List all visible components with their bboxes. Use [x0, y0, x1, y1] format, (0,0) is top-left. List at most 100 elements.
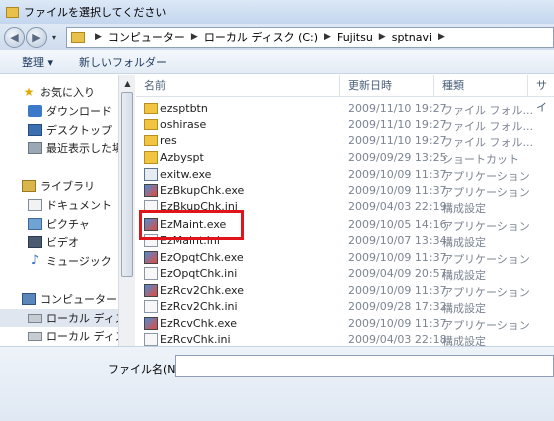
sidebar-item-favorites[interactable]: ★ お気に入り: [0, 83, 118, 101]
organize-button[interactable]: 整理 ▾: [22, 54, 53, 70]
chevron-right-icon[interactable]: ▶: [191, 32, 198, 42]
list-item[interactable]: res 2009/11/10 19:27 ファイル フォル...: [136, 133, 554, 149]
file-type: 構成設定: [442, 269, 486, 282]
file-date: 2009/10/09 11:37: [348, 284, 447, 297]
sidebar-item-label: ビデオ: [46, 236, 79, 249]
file-name: oshirase: [160, 118, 207, 131]
file-type: ファイル フォル...: [442, 104, 533, 117]
list-item[interactable]: ezsptbtn 2009/11/10 19:27 ファイル フォル...: [136, 101, 554, 117]
computer-icon: [22, 293, 36, 305]
sidebar-item-computer[interactable]: コンピューター: [0, 290, 118, 308]
breadcrumb-item[interactable]: コンピューター: [108, 29, 185, 45]
sidebar-item-label: ドキュメント: [46, 199, 112, 212]
file-type: ファイル フォル...: [442, 136, 533, 149]
list-item[interactable]: EzBkupChk.exe 2009/10/09 11:37 アプリケーション: [136, 183, 554, 199]
navigation-pane: ★ お気に入り ダウンロード デスクトップ 最近表示した場所 ライブラリ ドキュ…: [0, 75, 118, 346]
file-type: アプリケーション: [442, 170, 530, 183]
file-type: アプリケーション: [442, 319, 530, 332]
window-title: ファイルを選択してください: [24, 6, 167, 19]
sidebar-item-downloads[interactable]: ダウンロード: [0, 102, 118, 120]
file-date: 2009/10/09 11:37: [348, 251, 447, 264]
sidebar-item-videos[interactable]: ビデオ: [0, 233, 118, 251]
sidebar-item-label: ミュージック: [46, 255, 112, 268]
file-type: アプリケーション: [442, 220, 530, 233]
file-date: 2009/09/28 17:32: [348, 300, 447, 313]
sidebar-item-documents[interactable]: ドキュメント: [0, 196, 118, 214]
list-item[interactable]: EzOpqtChk.exe 2009/10/09 11:37 アプリケーション: [136, 250, 554, 266]
sidebar-item-recent[interactable]: 最近表示した場所: [0, 139, 118, 157]
filename-field[interactable]: [175, 355, 554, 377]
sidebar-item-label: ダウンロード: [46, 105, 112, 118]
file-name: EzBkupChk.exe: [160, 184, 245, 197]
list-item[interactable]: EzOpqtChk.ini 2009/04/09 20:57 構成設定: [136, 266, 554, 282]
list-item[interactable]: EzRcv2Chk.ini 2009/09/28 17:32 構成設定: [136, 299, 554, 315]
documents-icon: [28, 199, 42, 211]
breadcrumb-item[interactable]: sptnavi: [392, 31, 432, 44]
file-date: 2009/04/09 20:57: [348, 267, 447, 280]
scrollbar-thumb[interactable]: [121, 92, 133, 277]
sidebar-scrollbar[interactable]: ▲: [118, 75, 135, 346]
sidebar-item-label: お気に入り: [40, 86, 95, 99]
music-icon: ♪: [30, 253, 40, 268]
scroll-up-icon[interactable]: ▲: [119, 75, 136, 92]
file-name: EzRcv2Chk.exe: [160, 284, 244, 297]
file-name: EzOpqtChk.ini: [160, 267, 238, 280]
file-date: 2009/10/09 11:37: [348, 184, 447, 197]
breadcrumb-item[interactable]: Fujitsu: [337, 31, 373, 44]
star-icon: ★: [23, 85, 35, 99]
new-folder-button[interactable]: 新しいフォルダー: [79, 54, 167, 70]
folder-icon: [71, 31, 85, 43]
breadcrumb-item[interactable]: ローカル ディスク (C:): [204, 29, 318, 45]
chevron-right-icon[interactable]: ▶: [95, 32, 102, 42]
sidebar-item-local-disk[interactable]: ローカル ディスク: [0, 309, 118, 327]
drive-icon: [28, 313, 42, 323]
file-date: 2009/11/10 19:27: [348, 118, 447, 131]
library-icon: [22, 180, 36, 192]
file-name: res: [160, 134, 177, 147]
sidebar-item-label: ローカル ディスク: [46, 312, 118, 325]
sidebar-item-desktop[interactable]: デスクトップ: [0, 121, 118, 139]
list-item[interactable]: EzRcvChk.ini 2009/04/03 22:18 構成設定: [136, 332, 554, 346]
sidebar-item-pictures[interactable]: ピクチャ: [0, 215, 118, 233]
file-type: アプリケーション: [442, 286, 530, 299]
chevron-right-icon[interactable]: ▶: [324, 32, 331, 42]
file-name: Azbyspt: [160, 151, 204, 164]
column-header-name[interactable]: 名前: [136, 75, 340, 97]
sidebar-item-music[interactable]: ♪ ミュージック: [0, 252, 118, 270]
file-date: 2009/10/09 11:37: [348, 317, 447, 330]
filename-label: ファイル名(N):: [108, 363, 184, 376]
exe-icon: [144, 317, 158, 330]
pictures-icon: [28, 218, 42, 230]
chevron-right-icon[interactable]: ▶: [379, 32, 386, 42]
list-item[interactable]: exitw.exe 2009/10/09 11:37 アプリケーション: [136, 167, 554, 183]
list-item[interactable]: EzRcv2Chk.exe 2009/10/09 11:37 アプリケーション: [136, 283, 554, 299]
file-type: 構成設定: [442, 335, 486, 346]
column-header-type[interactable]: 種類: [434, 75, 528, 97]
exe-icon: [144, 184, 158, 197]
sidebar-item-local-disk[interactable]: ローカル ディスク: [0, 327, 118, 345]
forward-button[interactable]: ▶: [26, 26, 47, 48]
download-icon: [28, 105, 42, 117]
list-item[interactable]: EzRcvChk.exe 2009/10/09 11:37 アプリケーション: [136, 316, 554, 332]
chevron-right-icon[interactable]: ▶: [438, 32, 445, 42]
list-item[interactable]: Azbyspt 2009/09/29 13:25 ショートカット: [136, 150, 554, 166]
breadcrumb[interactable]: ▶ コンピューター ▶ ローカル ディスク (C:) ▶ Fujitsu ▶ s…: [66, 26, 554, 48]
exe-icon: [144, 251, 158, 264]
file-name: ezsptbtn: [160, 102, 208, 115]
file-date: 2009/09/29 13:25: [348, 151, 447, 164]
column-header-size[interactable]: サイ: [528, 75, 554, 114]
drive-icon: [28, 331, 42, 341]
videos-icon: [28, 236, 42, 248]
file-type: アプリケーション: [442, 186, 530, 199]
file-name: EzOpqtChk.exe: [160, 251, 244, 264]
sidebar-item-libraries[interactable]: ライブラリ: [0, 177, 118, 195]
column-header-date[interactable]: 更新日時: [340, 75, 434, 97]
title-bar: ファイルを選択してください: [0, 0, 554, 24]
history-dropdown-icon[interactable]: ▾: [48, 33, 60, 42]
file-date: 2009/11/10 19:27: [348, 102, 447, 115]
list-item[interactable]: oshirase 2009/11/10 19:27 ファイル フォル...: [136, 117, 554, 133]
file-type: 構成設定: [442, 302, 486, 315]
ini-icon: [144, 333, 158, 346]
shortcut-icon: [144, 151, 158, 164]
back-button[interactable]: ◀: [4, 26, 25, 48]
